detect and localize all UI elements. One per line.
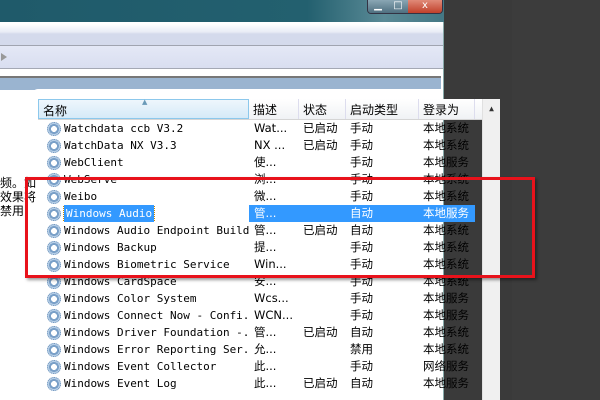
- service-name-cell: Windows Event Collector: [38, 358, 249, 375]
- status-cell: 已启动: [303, 376, 338, 390]
- logon-cell: 网络服务: [423, 359, 469, 373]
- sort-ascending-icon: ▲: [142, 98, 148, 106]
- gear-icon: [47, 343, 61, 357]
- service-row[interactable]: Windows Error Reporting Ser... 允... 禁用 本…: [38, 341, 482, 358]
- service-name: Windows Color System: [64, 292, 197, 305]
- startup-type-cell: 手动: [350, 359, 373, 373]
- panel-header-band: [0, 76, 441, 90]
- service-row[interactable]: Windows Color System Wcs... 手动 本地服务: [38, 290, 482, 307]
- minimize-button[interactable]: ▁: [368, 0, 388, 13]
- service-name-cell: Windows Color System: [38, 290, 249, 307]
- description-cell: Wat...: [254, 121, 288, 135]
- column-header-description[interactable]: 描述: [249, 99, 299, 119]
- forward-arrow-icon[interactable]: [1, 53, 7, 61]
- window-controls: ▁ □ x: [367, 0, 443, 14]
- logon-cell: 本地服务: [423, 376, 469, 390]
- description-cell: NX ...: [254, 138, 286, 152]
- column-header-logon-as[interactable]: 登录为: [419, 99, 475, 119]
- service-name: WatchData NX V3.3: [64, 139, 177, 152]
- menu-bar: [0, 24, 443, 46]
- logon-cell: 本地服务: [423, 291, 469, 305]
- status-cell: 已启动: [303, 121, 338, 135]
- startup-type-cell: 自动: [350, 376, 373, 390]
- service-name-cell: Windows Connect Now - Confi...: [38, 307, 249, 324]
- service-row[interactable]: Windows Connect Now - Confi... WCN... 手动…: [38, 307, 482, 324]
- service-name: Windows Event Collector: [64, 360, 217, 373]
- startup-type-cell: 自动: [350, 325, 373, 339]
- startup-type-cell: 手动: [350, 291, 373, 305]
- scroll-up-icon[interactable]: ▲: [483, 99, 500, 119]
- service-name-cell: WebClient: [38, 154, 249, 171]
- service-name-cell: Windows Driver Foundation -...: [38, 324, 249, 341]
- startup-type-cell: 手动: [350, 121, 373, 135]
- description-cell: WCN...: [254, 308, 293, 322]
- logon-cell: 本地系统: [423, 138, 469, 152]
- description-cell: 此...: [254, 376, 277, 390]
- column-header-status[interactable]: 状态: [299, 99, 346, 119]
- service-name-cell: Windows Error Reporting Ser...: [38, 341, 249, 358]
- service-name-cell: Windows Event Log: [38, 375, 249, 392]
- service-row[interactable]: WebClient 使... 手动 本地服务: [38, 154, 482, 171]
- logon-cell: 本地系统: [423, 121, 469, 135]
- service-name: Watchdata ccb V3.2: [64, 122, 184, 135]
- description-cell: 此...: [254, 359, 277, 373]
- description-cell: Wcs...: [254, 291, 289, 305]
- service-row[interactable]: Windows Event Collector 此... 手动 网络服务: [38, 358, 482, 375]
- status-cell: [299, 307, 346, 324]
- startup-type-cell: 手动: [350, 138, 373, 152]
- status-cell: [299, 154, 346, 171]
- startup-type-cell: 禁用: [350, 342, 373, 356]
- toolbar: [0, 46, 443, 69]
- gear-icon: [47, 139, 61, 153]
- logon-cell: 本地服务: [423, 308, 469, 322]
- gear-icon: [47, 377, 61, 391]
- logon-cell: 本地系统: [423, 325, 469, 339]
- startup-type-cell: 手动: [350, 308, 373, 322]
- service-name: Windows Error Reporting Ser...: [64, 343, 249, 356]
- service-row[interactable]: Windows Driver Foundation -... 管... 已启动 …: [38, 324, 482, 341]
- service-name: Windows Driver Foundation -...: [64, 326, 249, 339]
- service-name-cell: Watchdata ccb V3.2: [38, 120, 249, 137]
- service-name: Windows Connect Now - Confi...: [64, 309, 249, 322]
- status-cell: [299, 358, 346, 375]
- service-name: Windows Event Log: [64, 377, 177, 390]
- gear-icon: [47, 326, 61, 340]
- description-cell: 使...: [254, 155, 277, 169]
- startup-type-cell: 手动: [350, 155, 373, 169]
- gear-icon: [47, 309, 61, 323]
- status-cell: [299, 341, 346, 358]
- maximize-button[interactable]: □: [388, 0, 408, 13]
- gear-icon: [47, 122, 61, 136]
- service-row[interactable]: Watchdata ccb V3.2 Wat... 已启动 手动 本地系统: [38, 120, 482, 137]
- service-name-cell: WatchData NX V3.3: [38, 137, 249, 154]
- status-cell: [299, 290, 346, 307]
- status-cell: 已启动: [303, 138, 338, 152]
- service-name: WebClient: [64, 156, 124, 169]
- gear-icon: [47, 360, 61, 374]
- gear-icon: [47, 156, 61, 170]
- gear-icon: [47, 292, 61, 306]
- logon-cell: 本地系统: [423, 342, 469, 356]
- description-cell: 允...: [254, 342, 277, 356]
- list-header: ▲ 名称 描述 状态 启动类型 登录为: [38, 99, 482, 120]
- column-header-startup-type[interactable]: 启动类型: [346, 99, 419, 119]
- highlight-annotation-box: [25, 177, 535, 278]
- service-row[interactable]: WatchData NX V3.3 NX ... 已启动 手动 本地系统: [38, 137, 482, 154]
- logon-cell: 本地服务: [423, 155, 469, 169]
- service-row[interactable]: Windows Event Log 此... 已启动 自动 本地服务: [38, 375, 482, 392]
- close-button[interactable]: x: [408, 0, 442, 13]
- status-cell: 已启动: [303, 325, 338, 339]
- description-cell: 管...: [254, 325, 277, 339]
